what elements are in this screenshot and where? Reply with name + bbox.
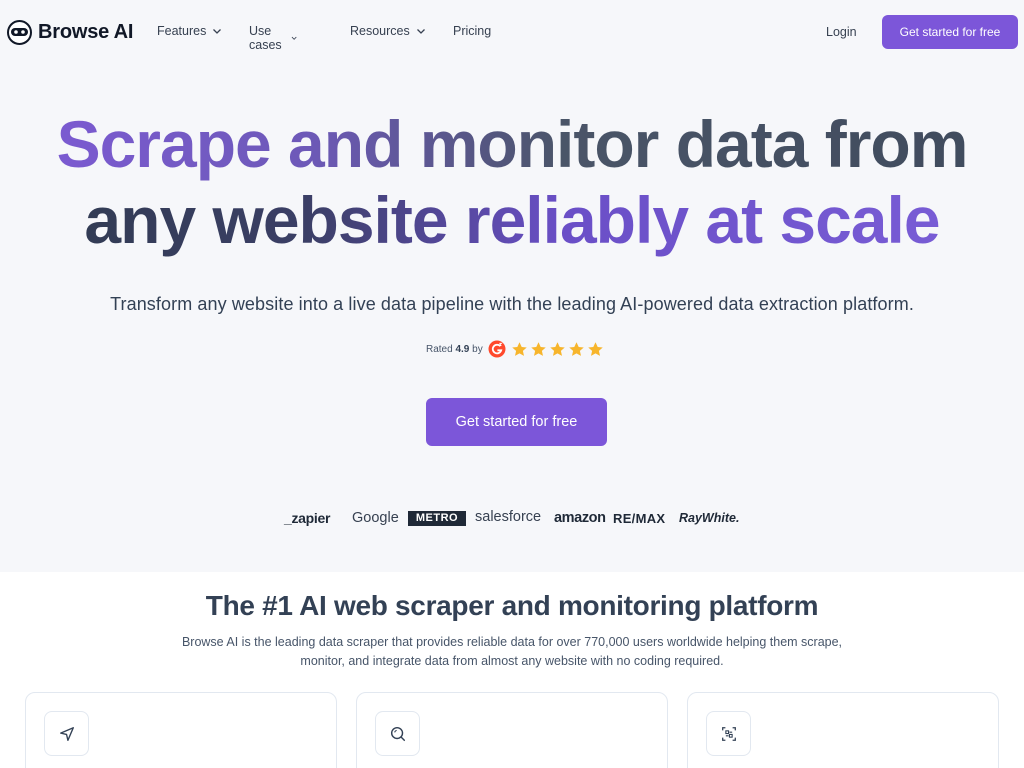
g2-rating[interactable]: Rated 4.9 by bbox=[426, 340, 604, 358]
nav-item-features[interactable]: Features bbox=[157, 24, 222, 38]
nav-item-pricing[interactable]: Pricing bbox=[453, 24, 491, 38]
chevron-down-icon bbox=[416, 29, 425, 34]
rating-value: 4.9 bbox=[455, 343, 470, 355]
hero-get-started-button[interactable]: Get started for free bbox=[426, 398, 607, 446]
section-description: Browse AI is the leading data scraper th… bbox=[181, 635, 843, 668]
logo-raywhite: RayWhite. bbox=[679, 511, 740, 525]
hero-headline: Scrape and monitor data from any website… bbox=[0, 106, 1024, 258]
card-icon-box bbox=[706, 711, 751, 756]
logo-amazon: amazon bbox=[554, 510, 606, 526]
headline-line-1: Scrape and monitor data from bbox=[0, 106, 1024, 182]
nav-item-resources[interactable]: Resources bbox=[350, 24, 426, 38]
card-icon-box bbox=[44, 711, 89, 756]
scan-icon bbox=[721, 726, 736, 741]
robot-logo-icon bbox=[7, 20, 32, 45]
logo-metro: METRO bbox=[408, 511, 466, 526]
star-icon bbox=[587, 341, 603, 356]
nav-get-started-button[interactable]: Get started for free bbox=[882, 15, 1018, 49]
rating-stars bbox=[511, 341, 604, 358]
g2-logo-icon bbox=[488, 340, 506, 358]
login-link[interactable]: Login bbox=[826, 25, 857, 39]
customer-logos: _zapier Google METRO salesforce amazon R… bbox=[0, 507, 1024, 531]
rating-text: Rated 4.9 by bbox=[426, 344, 483, 355]
star-icon bbox=[568, 341, 584, 356]
feature-card bbox=[356, 692, 668, 768]
brand-logo[interactable]: Browse AI bbox=[7, 20, 133, 45]
logo-remax: RE/MAX bbox=[613, 511, 666, 526]
section-title: The #1 AI web scraper and monitoring pla… bbox=[205, 590, 819, 621]
send-icon bbox=[59, 726, 74, 741]
headline-line-2: any website reliably at scale bbox=[0, 182, 1024, 258]
brand-name: Browse AI bbox=[38, 21, 134, 43]
logo-zapier: _zapier bbox=[284, 510, 331, 526]
feature-card bbox=[25, 692, 337, 768]
star-icon bbox=[530, 341, 546, 356]
nav-item-label: Resources bbox=[350, 24, 410, 38]
rating-suffix: by bbox=[472, 343, 483, 355]
logo-google: Google bbox=[352, 510, 399, 526]
top-navigation: Browse AI Features Use cases Resources P… bbox=[0, 0, 1024, 64]
hero-background bbox=[0, 0, 1024, 572]
feature-card bbox=[687, 692, 999, 768]
star-icon bbox=[549, 341, 565, 356]
search-icon bbox=[390, 726, 405, 741]
chevron-down-icon bbox=[213, 29, 222, 34]
logo-salesforce: salesforce bbox=[475, 509, 542, 525]
rating-prefix: Rated bbox=[426, 343, 453, 355]
card-icon-box bbox=[375, 711, 420, 756]
nav-item-label: Use cases bbox=[249, 24, 282, 52]
chevron-down-icon bbox=[292, 36, 298, 40]
nav-item-use-cases[interactable]: Use cases bbox=[249, 24, 298, 52]
nav-item-label: Pricing bbox=[453, 24, 492, 38]
nav-item-label: Features bbox=[157, 24, 207, 38]
hero-subheadline: Transform any website into a live data p… bbox=[110, 294, 914, 314]
star-icon bbox=[511, 341, 527, 356]
